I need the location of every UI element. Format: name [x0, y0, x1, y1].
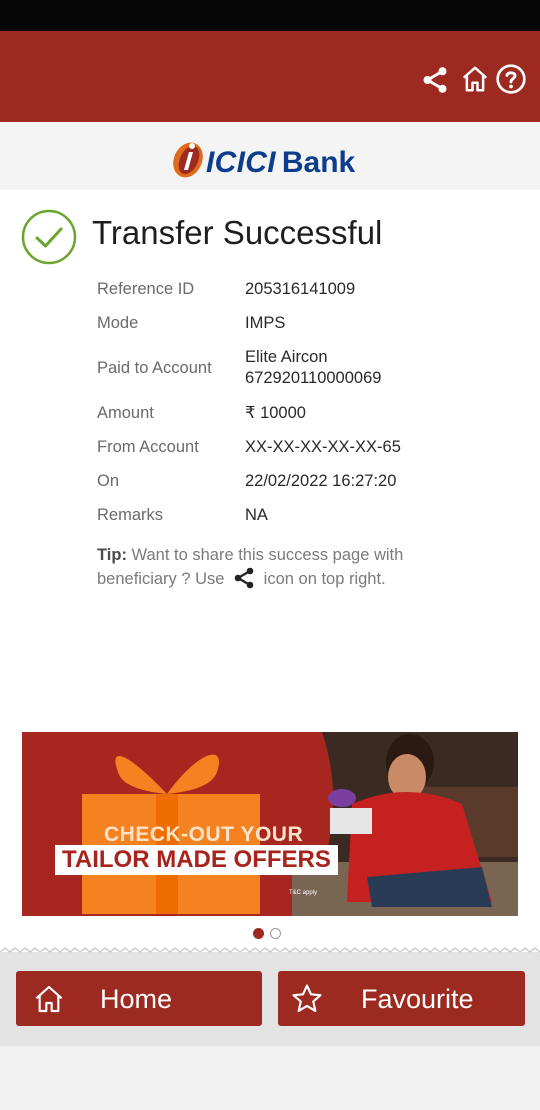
favourite-button-label: Favourite: [361, 984, 474, 1014]
logo-icici-text: ICICI: [206, 146, 276, 179]
detail-label-mode: Mode: [97, 314, 139, 332]
detail-label-amount: Amount: [97, 404, 154, 422]
detail-label-on: On: [97, 472, 120, 490]
home-button-label: Home: [100, 984, 173, 1014]
detail-label-from-account: From Account: [97, 438, 199, 456]
help-icon[interactable]: [495, 63, 527, 100]
footer-area: [0, 1046, 540, 1110]
detail-label-reference-id: Reference ID: [97, 280, 195, 298]
home-icon: [33, 983, 65, 1020]
tip-text-after: icon on top right.: [259, 570, 386, 588]
home-icon[interactable]: [460, 64, 490, 99]
tip-label: Tip:: [97, 546, 127, 564]
share-icon: [231, 566, 257, 596]
logo-bank-text: Bank: [281, 146, 356, 179]
promo-banner[interactable]: CHECK-OUT YOUR TAILOR MADE OFFERS T&C ap…: [22, 732, 518, 916]
detail-value-amount: ₹ 10000: [245, 404, 306, 422]
status-bar: [0, 0, 540, 31]
zigzag-divider: [0, 947, 540, 953]
detail-value-from-account: XX-XX-XX-XX-XX-65: [245, 438, 401, 456]
banner-line1: CHECK-OUT YOUR: [104, 823, 304, 846]
favourite-button[interactable]: Favourite: [278, 971, 525, 1026]
detail-value-mode: IMPS: [245, 314, 286, 332]
banner-fine-print: T&C apply: [289, 890, 318, 896]
success-check-icon: [21, 209, 77, 265]
star-icon: [290, 982, 324, 1021]
carousel-dot-2[interactable]: [270, 928, 281, 939]
page-title: Transfer Successful: [92, 214, 383, 251]
home-button[interactable]: Home: [16, 971, 262, 1026]
detail-label-paid-to: Paid to Account: [97, 359, 212, 377]
detail-value-date: 22/02/2022 16:27:20: [245, 472, 397, 490]
icici-logo: ICICI Bank: [170, 136, 380, 180]
carousel-dot-1[interactable]: [253, 928, 264, 939]
icici-emblem-icon: [173, 142, 203, 178]
carousel-indicator: [253, 926, 287, 944]
detail-value-reference-id: 205316141009: [245, 280, 356, 298]
banner-line2: TAILOR MADE OFFERS: [55, 845, 338, 875]
share-icon[interactable]: [420, 65, 450, 100]
detail-value-payee-account: 672920110000069: [245, 369, 382, 387]
detail-label-remarks: Remarks: [97, 506, 164, 524]
tip-text: Tip: Want to share this success page wit…: [97, 545, 457, 596]
header-bar: [0, 31, 540, 122]
detail-value-remarks: NA: [245, 506, 268, 524]
detail-value-payee-name: Elite Aircon: [245, 348, 328, 366]
